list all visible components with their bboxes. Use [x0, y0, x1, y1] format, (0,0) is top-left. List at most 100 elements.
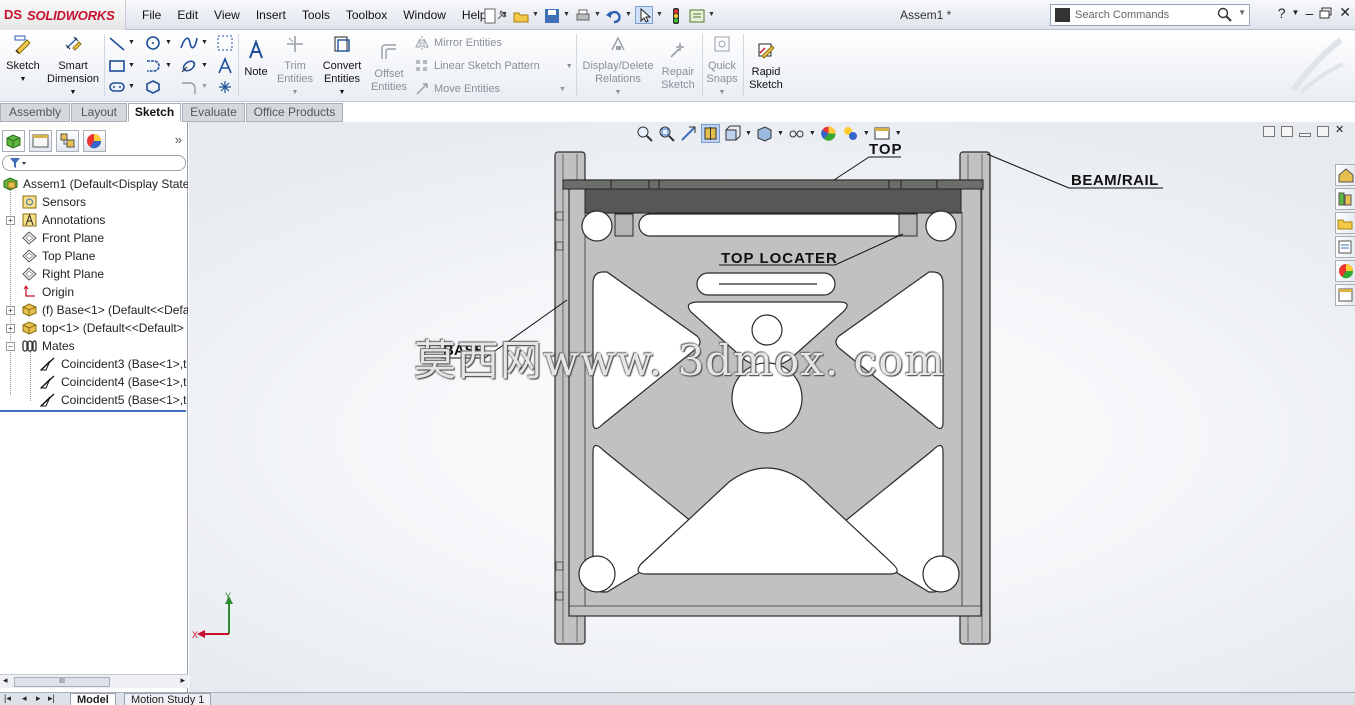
rollback-bar[interactable] — [0, 409, 186, 412]
spline-icon[interactable] — [179, 34, 199, 52]
property-manager-icon[interactable] — [29, 130, 52, 152]
menu-insert[interactable]: Insert — [248, 8, 294, 22]
tab-layout[interactable]: Layout — [71, 103, 127, 122]
rapid-sketch-button[interactable]: Rapid Sketch — [746, 40, 786, 92]
restore-app-icon[interactable] — [1319, 7, 1333, 19]
tab-sketch[interactable]: Sketch — [128, 103, 181, 122]
search-commands-input[interactable]: Search Commands ▼ — [1050, 4, 1250, 26]
arc-icon[interactable] — [144, 57, 162, 75]
expand-panel-icon[interactable]: » — [175, 132, 182, 147]
tree-item-coincident5[interactable]: Coincident5 (Base<1>,t — [0, 391, 188, 409]
slot-dropdown-icon[interactable]: ▼ — [128, 83, 135, 90]
new-document-icon[interactable] — [480, 6, 498, 24]
tree-item-coincident4[interactable]: Coincident4 (Base<1>,t — [0, 373, 188, 391]
point-icon[interactable] — [218, 80, 232, 94]
tab-assembly[interactable]: Assembly — [0, 103, 70, 122]
trim-entities-button[interactable]: Trim Entities ▼ — [274, 34, 316, 99]
trim-dropdown-icon[interactable]: ▼ — [274, 86, 316, 99]
design-library-icon[interactable] — [1335, 188, 1355, 210]
convert-dropdown-icon[interactable]: ▼ — [318, 86, 366, 99]
tab-motion-study-1[interactable]: Motion Study 1 — [124, 693, 212, 705]
circle-dropdown-icon[interactable]: ▼ — [165, 39, 172, 46]
tree-horizontal-scrollbar[interactable]: ◂ III ▸ — [0, 674, 188, 688]
new-dropdown-icon[interactable]: ▼ — [501, 6, 508, 24]
help-dropdown-icon[interactable]: ▼ — [1292, 8, 1300, 17]
configuration-manager-icon[interactable] — [56, 130, 79, 152]
close-doc-icon[interactable]: ✕ — [1335, 125, 1347, 137]
undo-dropdown-icon[interactable]: ▼ — [625, 6, 632, 24]
sketch-fillet-icon[interactable] — [180, 79, 198, 95]
file-explorer-icon[interactable] — [1335, 212, 1355, 234]
search-dropdown-icon[interactable]: ▼ — [1238, 8, 1246, 17]
sketch-button[interactable]: Sketch ▼ — [4, 34, 42, 86]
rectangle-dropdown-icon[interactable]: ▼ — [128, 62, 135, 69]
quick-snaps-button[interactable]: Quick Snaps ▼ — [704, 34, 740, 99]
scroll-thumb[interactable]: III — [14, 677, 110, 687]
help-icon[interactable]: ? — [1278, 5, 1286, 21]
first-tab-icon[interactable]: |◂ — [4, 693, 11, 704]
snaps-dropdown-icon[interactable]: ▼ — [704, 86, 740, 99]
scroll-right-icon[interactable]: ▸ — [180, 675, 185, 686]
spline-dropdown-icon[interactable]: ▼ — [201, 39, 208, 46]
convert-entities-button[interactable]: Convert Entities ▼ — [318, 34, 366, 99]
dimension-dropdown-icon[interactable]: ▼ — [46, 86, 100, 99]
expand-toggle-icon[interactable]: + — [6, 306, 15, 315]
appearances-icon[interactable] — [1335, 260, 1355, 282]
top-locater-left[interactable] — [614, 213, 634, 237]
graphics-area[interactable]: ▼ ▼ ▼ ▼ ▼ ✕ TOP BEAM/RAIL TOP LOCATER BA… — [189, 122, 1355, 692]
fillet-dropdown-icon[interactable]: ▼ — [201, 83, 208, 90]
smart-dimension-button[interactable]: Smart Dimension ▼ — [46, 34, 100, 99]
tree-item-front-plane[interactable]: Front Plane — [0, 229, 188, 247]
tree-root-assembly[interactable]: Assem1 (Default<Display State — [0, 175, 188, 193]
repair-sketch-button[interactable]: Repair Sketch — [658, 40, 698, 92]
close-app-icon[interactable]: ✕ — [1339, 4, 1351, 21]
save-icon[interactable] — [542, 6, 560, 24]
offset-entities-button[interactable]: Offset Entities — [368, 42, 410, 94]
open-folder-icon[interactable] — [511, 6, 529, 24]
tab-evaluate[interactable]: Evaluate — [182, 103, 245, 122]
pattern-dropdown-icon[interactable]: ▼ — [566, 63, 573, 70]
mirror-entities-button[interactable]: Mirror Entities — [414, 35, 502, 51]
polygon-icon[interactable] — [144, 79, 162, 95]
move-entities-button[interactable]: Move Entities ▼ — [414, 81, 566, 97]
open-dropdown-icon[interactable]: ▼ — [532, 6, 539, 24]
menu-file[interactable]: File — [134, 8, 169, 22]
slot-icon[interactable] — [108, 80, 126, 94]
tree-item-top-part[interactable]: + top<1> (Default<<Default> — [0, 319, 188, 337]
tab-model[interactable]: Model — [70, 693, 116, 705]
construction-geometry-icon[interactable] — [216, 34, 234, 52]
rebuild-traffic-light-icon[interactable] — [666, 6, 684, 24]
menu-view[interactable]: View — [206, 8, 248, 22]
tree-filter-input[interactable] — [2, 155, 186, 171]
print-dropdown-icon[interactable]: ▼ — [594, 6, 601, 24]
select-dropdown-icon[interactable]: ▼ — [656, 6, 663, 24]
menu-tools[interactable]: Tools — [294, 8, 338, 22]
menu-toolbox[interactable]: Toolbox — [338, 8, 395, 22]
undo-icon[interactable] — [604, 6, 622, 24]
feature-manager-icon[interactable] — [2, 130, 25, 152]
tree-item-origin[interactable]: Origin — [0, 283, 188, 301]
solidworks-resources-icon[interactable] — [1335, 164, 1355, 186]
save-dropdown-icon[interactable]: ▼ — [563, 6, 570, 24]
assembly-model-view[interactable]: TOP BEAM/RAIL TOP LOCATER BASE — [189, 122, 1329, 692]
tab-office-products[interactable]: Office Products — [246, 103, 343, 122]
menu-edit[interactable]: Edit — [169, 8, 206, 22]
tree-item-top-plane[interactable]: Top Plane — [0, 247, 188, 265]
custom-properties-icon[interactable] — [1335, 284, 1355, 306]
line-icon[interactable] — [108, 36, 126, 52]
ellipse-dropdown-icon[interactable]: ▼ — [201, 62, 208, 69]
display-delete-relations-button[interactable]: Display/Delete Relations ▼ — [582, 34, 654, 99]
note-button[interactable]: Note — [242, 39, 270, 79]
top-beam[interactable] — [562, 179, 984, 190]
expand-toggle-icon[interactable]: + — [6, 324, 15, 333]
linear-sketch-pattern-button[interactable]: Linear Sketch Pattern ▼ — [414, 58, 573, 74]
tree-item-annotations[interactable]: + Annotations — [0, 211, 188, 229]
display-manager-icon[interactable] — [83, 130, 106, 152]
text-icon[interactable] — [216, 57, 234, 75]
fillet-icon[interactable] — [179, 57, 199, 75]
circle-icon[interactable] — [144, 34, 162, 52]
rectangle-icon[interactable] — [108, 58, 126, 74]
tree-item-right-plane[interactable]: Right Plane — [0, 265, 188, 283]
top-locater-right[interactable] — [898, 213, 918, 237]
select-cursor-icon[interactable] — [635, 6, 653, 24]
